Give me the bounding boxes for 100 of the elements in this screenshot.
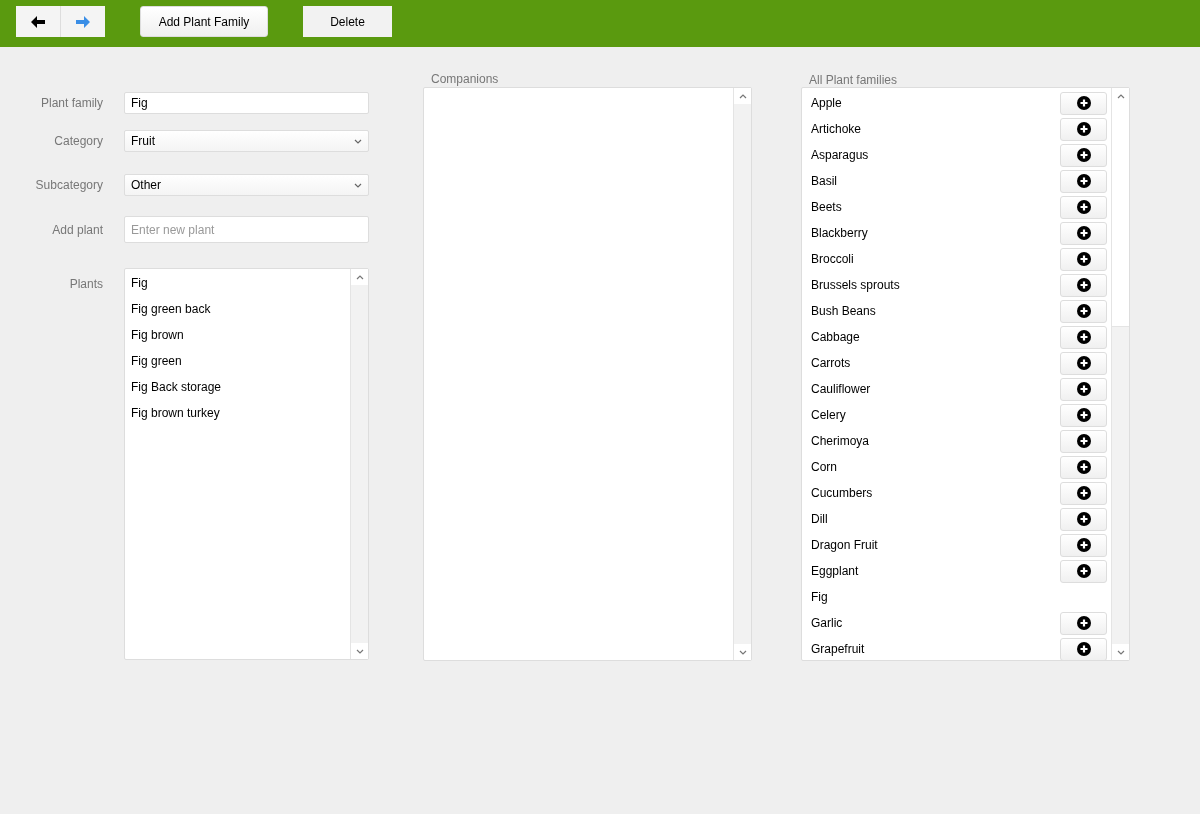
- plus-circle-icon: [1076, 564, 1091, 578]
- list-item[interactable]: Grapefruit: [811, 642, 865, 656]
- add-button[interactable]: Add Plant Family: [140, 6, 268, 37]
- list-item[interactable]: Cucumbers: [811, 486, 873, 500]
- chevron-down-icon: [738, 649, 747, 655]
- field-label: Plants: [68, 277, 103, 291]
- plus-circle-icon: [1076, 252, 1091, 266]
- list-item[interactable]: Brussels sprouts: [811, 278, 900, 292]
- scroll-down-button[interactable]: [734, 644, 751, 660]
- list-item[interactable]: Carrots: [811, 356, 851, 370]
- list-item[interactable]: Fig brown turkey: [131, 406, 344, 432]
- add-button[interactable]: [1060, 377, 1107, 401]
- scroll-up-button[interactable]: [351, 269, 368, 285]
- chevron-up-icon: [1116, 93, 1125, 99]
- plus-circle-icon: [1076, 642, 1091, 656]
- scroll-up-button[interactable]: [734, 88, 751, 104]
- chevron-up-icon: [738, 93, 747, 99]
- list-item[interactable]: Cauliflower: [811, 382, 871, 396]
- list-item[interactable]: Apple: [811, 96, 842, 110]
- add-button[interactable]: [1060, 247, 1107, 271]
- list-item[interactable]: Fig green: [131, 354, 344, 380]
- add-button[interactable]: [1060, 351, 1107, 375]
- plus-circle-icon: [1076, 96, 1091, 110]
- list-item[interactable]: Basil: [811, 174, 837, 188]
- add-button[interactable]: [1060, 143, 1107, 167]
- list-item[interactable]: Celery: [811, 408, 846, 422]
- add-button[interactable]: [1060, 481, 1107, 505]
- back-button[interactable]: [16, 6, 61, 37]
- chevron-up-icon: [355, 274, 364, 280]
- dropdown[interactable]: Fruit: [124, 130, 369, 152]
- plus-circle-icon: [1076, 486, 1091, 500]
- add-button[interactable]: [1060, 195, 1107, 219]
- plus-circle-icon: [1076, 226, 1091, 240]
- plus-circle-icon: [1076, 382, 1091, 396]
- add-button[interactable]: [1060, 325, 1107, 349]
- list-item[interactable]: Artichoke: [811, 122, 862, 136]
- list-item[interactable]: Bush Beans: [811, 304, 876, 318]
- field-label: Plant family: [39, 96, 103, 110]
- add-button[interactable]: [1060, 91, 1107, 115]
- scroll-down-button[interactable]: [351, 643, 368, 659]
- list-item[interactable]: Blackberry: [811, 226, 868, 240]
- scrollbar[interactable]: [733, 88, 751, 660]
- list-item[interactable]: Fig: [811, 590, 828, 604]
- scrollbar[interactable]: [1111, 88, 1129, 660]
- plus-circle-icon: [1076, 174, 1091, 188]
- add-button[interactable]: [1060, 559, 1107, 583]
- plus-circle-icon: [1076, 460, 1091, 474]
- field-label: Category: [53, 134, 103, 148]
- scroll-up-button[interactable]: [1112, 88, 1129, 104]
- input-field[interactable]: Enter new plant: [124, 216, 369, 243]
- list-item[interactable]: Fig brown: [131, 328, 344, 354]
- list-item[interactable]: Broccoli: [811, 252, 854, 266]
- list-item[interactable]: Cherimoya: [811, 434, 870, 448]
- plus-circle-icon: [1076, 408, 1091, 422]
- field-label: Subcategory: [34, 178, 103, 192]
- add-button[interactable]: [1060, 637, 1107, 660]
- scroll-down-button[interactable]: [1112, 644, 1129, 660]
- scrollbar[interactable]: [350, 269, 368, 659]
- add-button[interactable]: [1060, 221, 1107, 245]
- add-button[interactable]: [1060, 611, 1107, 635]
- add-button[interactable]: [1060, 507, 1107, 531]
- plus-circle-icon: [1076, 434, 1091, 448]
- plus-circle-icon: [1076, 200, 1091, 214]
- field-label: Add plant: [51, 222, 103, 237]
- list-item[interactable]: Beets: [811, 200, 842, 214]
- plus-circle-icon: [1076, 148, 1091, 162]
- plus-circle-icon: [1076, 616, 1091, 630]
- plus-circle-icon: [1076, 356, 1091, 370]
- panel-title: Companions: [431, 72, 500, 86]
- text-field[interactable]: Fig: [124, 92, 369, 114]
- add-button[interactable]: [1060, 455, 1107, 479]
- list-item[interactable]: Corn: [811, 460, 837, 474]
- plus-circle-icon: [1076, 278, 1091, 292]
- list-item[interactable]: Fig green back: [131, 302, 344, 328]
- add-button[interactable]: [1060, 117, 1107, 141]
- plus-circle-icon: [1076, 330, 1091, 344]
- chevron-down-icon: [354, 138, 362, 144]
- list-item[interactable]: Fig Back storage: [131, 380, 344, 406]
- add-button[interactable]: [1060, 299, 1107, 323]
- list-item[interactable]: Fig: [131, 276, 344, 302]
- panel-title: All Plant families: [809, 73, 899, 87]
- plus-circle-icon: [1076, 122, 1091, 136]
- list-item[interactable]: Dragon Fruit: [811, 538, 878, 552]
- list-item[interactable]: Dill: [811, 512, 828, 526]
- add-button[interactable]: [1060, 533, 1107, 557]
- dropdown[interactable]: Other: [124, 174, 369, 196]
- list-item[interactable]: Garlic: [811, 616, 843, 630]
- list-item[interactable]: Asparagus: [811, 148, 869, 162]
- chevron-down-icon: [1116, 649, 1125, 655]
- scroll-thumb[interactable]: [1112, 104, 1129, 327]
- plus-circle-icon: [1076, 538, 1091, 552]
- add-button[interactable]: [1060, 429, 1107, 453]
- add-button[interactable]: [1060, 169, 1107, 193]
- list-item[interactable]: Cabbage: [811, 330, 860, 344]
- plus-circle-icon: [1076, 304, 1091, 318]
- delete-button[interactable]: Delete: [303, 6, 392, 37]
- list-item[interactable]: Eggplant: [811, 564, 859, 578]
- chevron-down-icon: [355, 648, 364, 654]
- add-button[interactable]: [1060, 273, 1107, 297]
- add-button[interactable]: [1060, 403, 1107, 427]
